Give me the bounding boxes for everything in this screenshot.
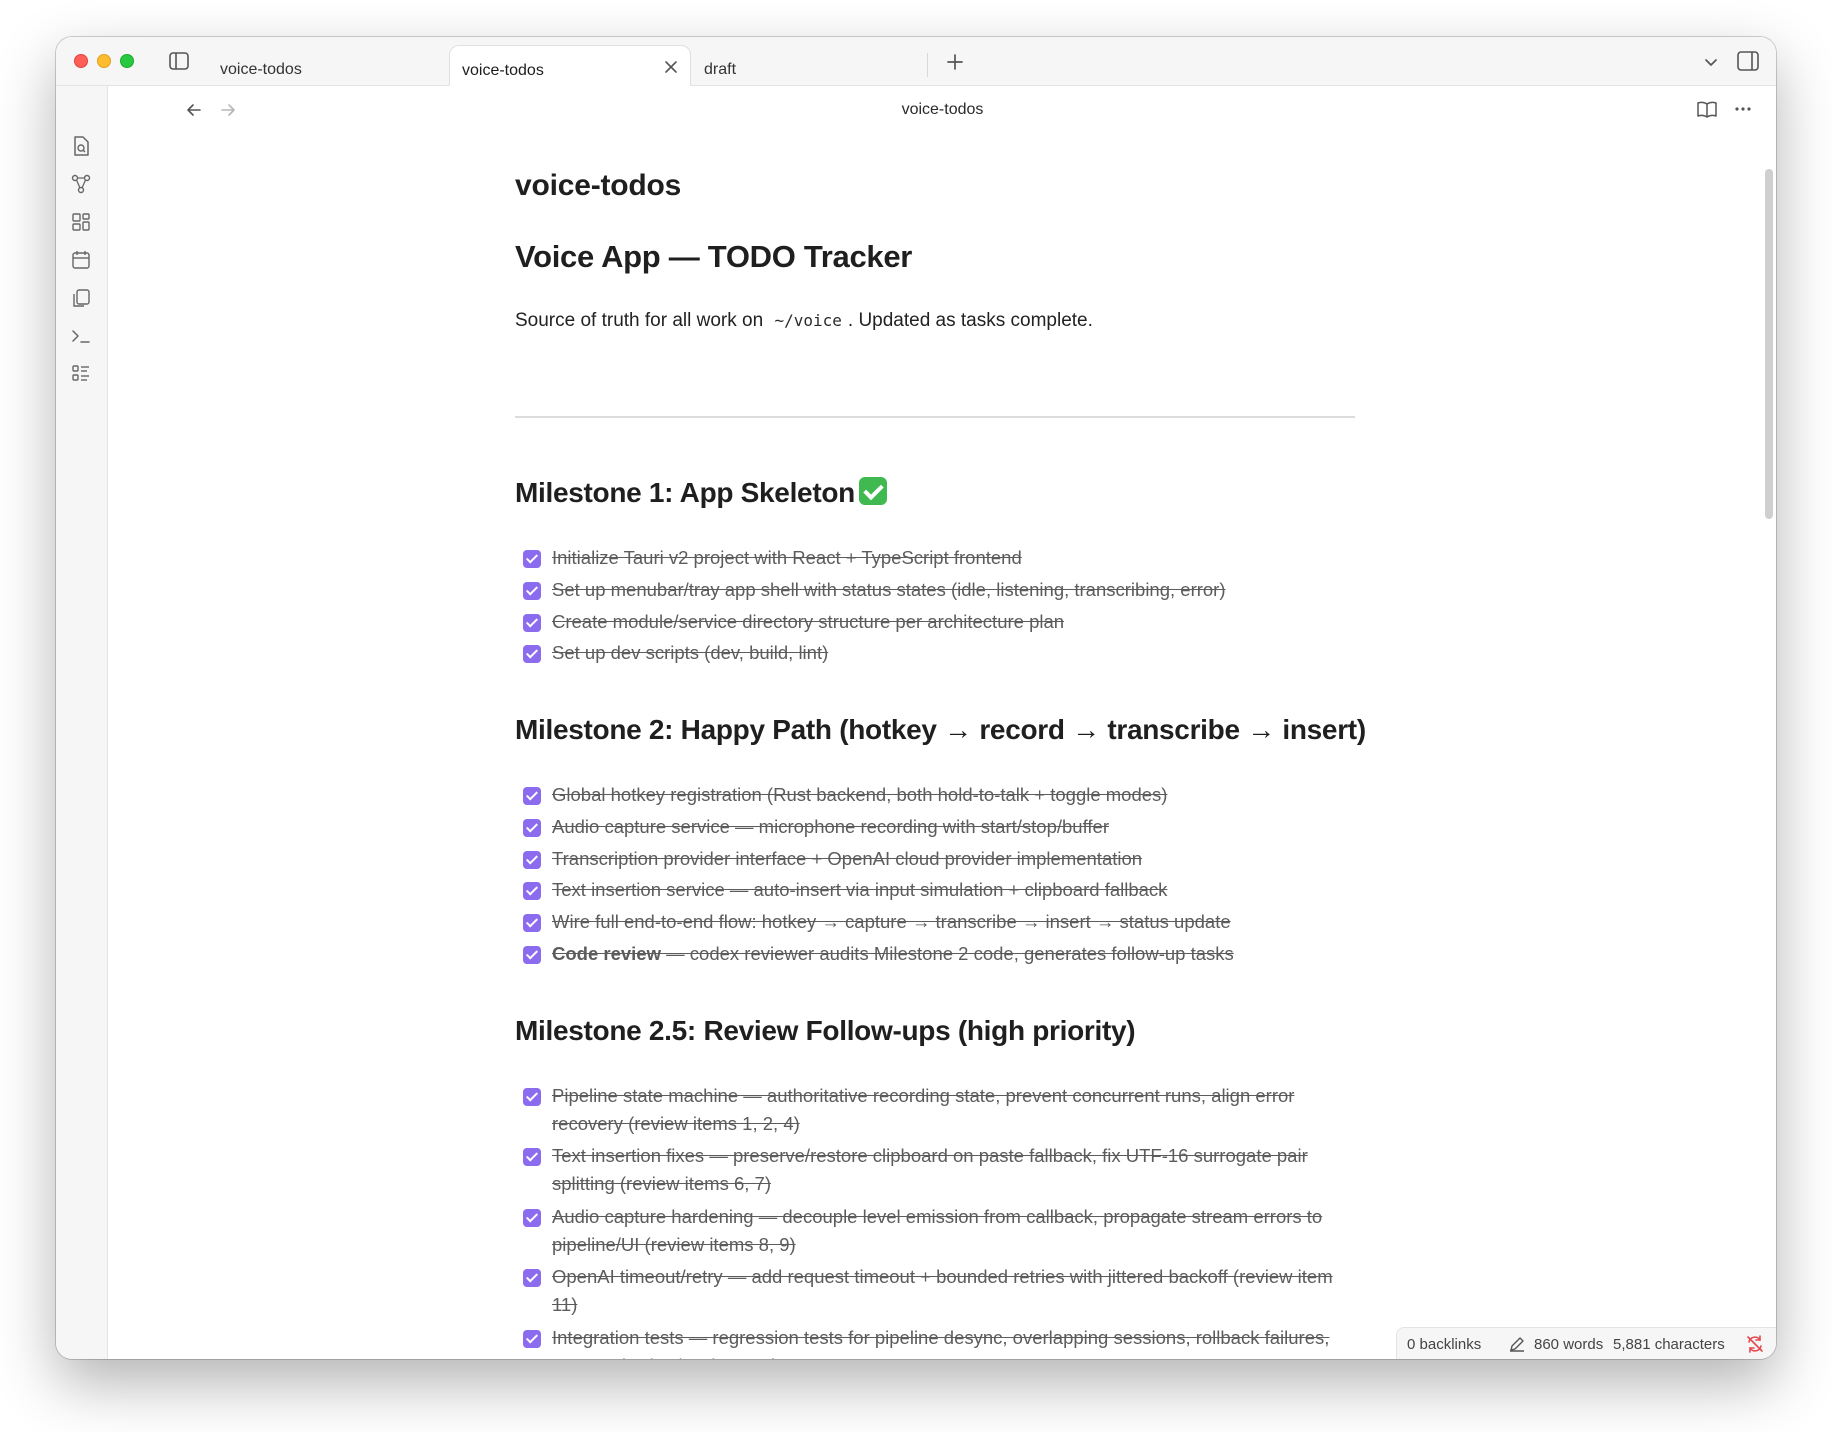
task-text: Text insertion service — auto-insert via… (552, 879, 1168, 900)
task-item: Pipeline state machine — authoritative r… (515, 1082, 1355, 1138)
milestone-title: Milestone 1: App Skeleton (515, 477, 855, 508)
task-bold-label: Code review (552, 943, 661, 964)
task-text: Initialize Tauri v2 project with React +… (552, 547, 1022, 568)
close-tab-icon[interactable] (662, 58, 680, 76)
task-text: Global hotkey registration (Rust backend… (552, 784, 1168, 805)
heading-main: Voice App — TODO Tracker (515, 239, 913, 274)
task-item: Set up menubar/tray app shell with statu… (515, 576, 1355, 604)
more-options-icon[interactable] (1732, 99, 1754, 119)
command-palette-terminal-icon[interactable] (70, 325, 92, 347)
milestone-heading: Milestone 2.5: Review Follow-ups (high p… (515, 1015, 1136, 1046)
right-sidebar-toggle-icon[interactable] (1736, 50, 1760, 72)
horizontal-rule (515, 416, 1355, 418)
task-text: Set up menubar/tray app shell with statu… (552, 579, 1226, 600)
task-text: Text insertion fixes — preserve/restore … (552, 1145, 1308, 1194)
task-item: Integration tests — regression tests for… (515, 1324, 1355, 1359)
task-item: Audio capture service — microphone recor… (515, 813, 1355, 841)
chevron-down-icon[interactable] (1702, 53, 1720, 71)
word-count: 860 words (1534, 1336, 1604, 1353)
view-title[interactable]: voice-todos (109, 101, 1776, 119)
new-tab-plus-icon[interactable] (943, 50, 967, 74)
task-checkbox[interactable] (523, 1330, 541, 1348)
task-text: Wire full end-to-end flow: hotkey → capt… (552, 911, 1231, 932)
inline-code: ~/voice (774, 311, 842, 330)
status-bar: 0 backlinks 860 words 5,881 characters (1396, 1327, 1776, 1359)
task-checkbox[interactable] (523, 787, 541, 805)
vertical-scrollbar-thumb[interactable] (1765, 169, 1773, 519)
task-text: Create module/service directory structur… (552, 611, 1065, 632)
task-item: Audio capture hardening — decouple level… (515, 1203, 1355, 1259)
tab-divider (927, 53, 928, 77)
task-checkbox[interactable] (523, 819, 541, 837)
tab-label: voice-todos (220, 61, 302, 78)
task-checkbox[interactable] (523, 1088, 541, 1106)
outline-list-icon[interactable] (70, 363, 92, 385)
reading-view-book-icon[interactable] (1696, 99, 1718, 119)
tab-label: draft (704, 61, 737, 78)
task-checkbox[interactable] (523, 882, 541, 900)
task-text: Pipeline state machine — authoritative r… (552, 1085, 1295, 1134)
task-checkbox[interactable] (523, 645, 541, 663)
minimize-window-button[interactable] (97, 54, 111, 68)
close-window-button[interactable] (74, 54, 88, 68)
milestone-heading: Milestone 1: App Skeleton (515, 477, 887, 509)
sidebar-toggle-icon[interactable] (168, 50, 190, 72)
tab-voice-todos-1[interactable]: voice-todos (208, 45, 448, 86)
sync-error-icon[interactable] (1745, 1334, 1765, 1354)
task-item: Code review — codex reviewer audits Mile… (515, 940, 1355, 968)
quick-switcher-icon[interactable] (70, 135, 92, 157)
task-text: Audio capture hardening — decouple level… (552, 1206, 1323, 1255)
editor-content: voice-todos Voice App — TODO Tracker Sou… (109, 132, 1758, 1359)
task-text: Code review — codex reviewer audits Mile… (552, 940, 1355, 968)
zoom-window-button[interactable] (120, 54, 134, 68)
view-header: voice-todos (109, 86, 1776, 132)
task-checkbox[interactable] (523, 614, 541, 632)
app-window: voice-todos voice-todos draft voice-todo… (56, 37, 1776, 1359)
task-text: Set up dev scripts (dev, build, lint) (552, 642, 829, 663)
task-item: Set up dev scripts (dev, build, lint) (515, 639, 1355, 667)
backlinks-count[interactable]: 0 backlinks (1407, 1336, 1481, 1353)
task-item: OpenAI timeout/retry — add request timeo… (515, 1263, 1355, 1319)
milestone-heading: Milestone 2: Happy Path (hotkey → record… (515, 714, 1366, 745)
intro-paragraph: Source of truth for all work on ~/voice.… (515, 310, 1093, 332)
task-checkbox[interactable] (523, 1148, 541, 1166)
task-item: Text insertion fixes — preserve/restore … (515, 1142, 1355, 1198)
task-text: Transcription provider interface + OpenA… (552, 848, 1143, 869)
task-checkbox[interactable] (523, 914, 541, 932)
left-ribbon (56, 86, 108, 1359)
task-text-rest: — codex reviewer audits Milestone 2 code… (661, 943, 1234, 964)
tab-draft[interactable]: draft (692, 45, 932, 86)
graph-view-icon[interactable] (70, 173, 92, 195)
tab-voice-todos-active[interactable]: voice-todos (449, 45, 691, 86)
task-item: Wire full end-to-end flow: hotkey → capt… (515, 908, 1355, 936)
intro-text: Source of truth for all work on (515, 310, 769, 331)
templates-copy-icon[interactable] (70, 287, 92, 309)
task-item: Initialize Tauri v2 project with React +… (515, 544, 1355, 572)
task-text: Audio capture service — microphone recor… (552, 816, 1109, 837)
pencil-edit-icon[interactable] (1507, 1334, 1527, 1354)
task-text: OpenAI timeout/retry — add request timeo… (552, 1266, 1333, 1315)
task-text: Integration tests — regression tests for… (552, 1327, 1330, 1359)
task-checkbox[interactable] (523, 851, 541, 869)
daily-note-calendar-icon[interactable] (70, 249, 92, 271)
inline-title[interactable]: voice-todos (515, 169, 681, 203)
character-count: 5,881 characters (1613, 1336, 1725, 1353)
task-checkbox[interactable] (523, 1209, 541, 1227)
task-item: Transcription provider interface + OpenA… (515, 845, 1355, 873)
canvas-icon[interactable] (70, 211, 92, 233)
task-checkbox[interactable] (523, 946, 541, 964)
task-item: Text insertion service — auto-insert via… (515, 876, 1355, 904)
check-mark-emoji-icon (858, 477, 887, 505)
tab-label: voice-todos (462, 62, 544, 79)
task-checkbox[interactable] (523, 1269, 541, 1287)
intro-text-end: . Updated as tasks complete. (847, 310, 1093, 331)
task-checkbox[interactable] (523, 582, 541, 600)
task-item: Global hotkey registration (Rust backend… (515, 781, 1355, 809)
task-item: Create module/service directory structur… (515, 608, 1355, 636)
tab-bar: voice-todos voice-todos draft (56, 37, 1776, 86)
task-checkbox[interactable] (523, 550, 541, 568)
